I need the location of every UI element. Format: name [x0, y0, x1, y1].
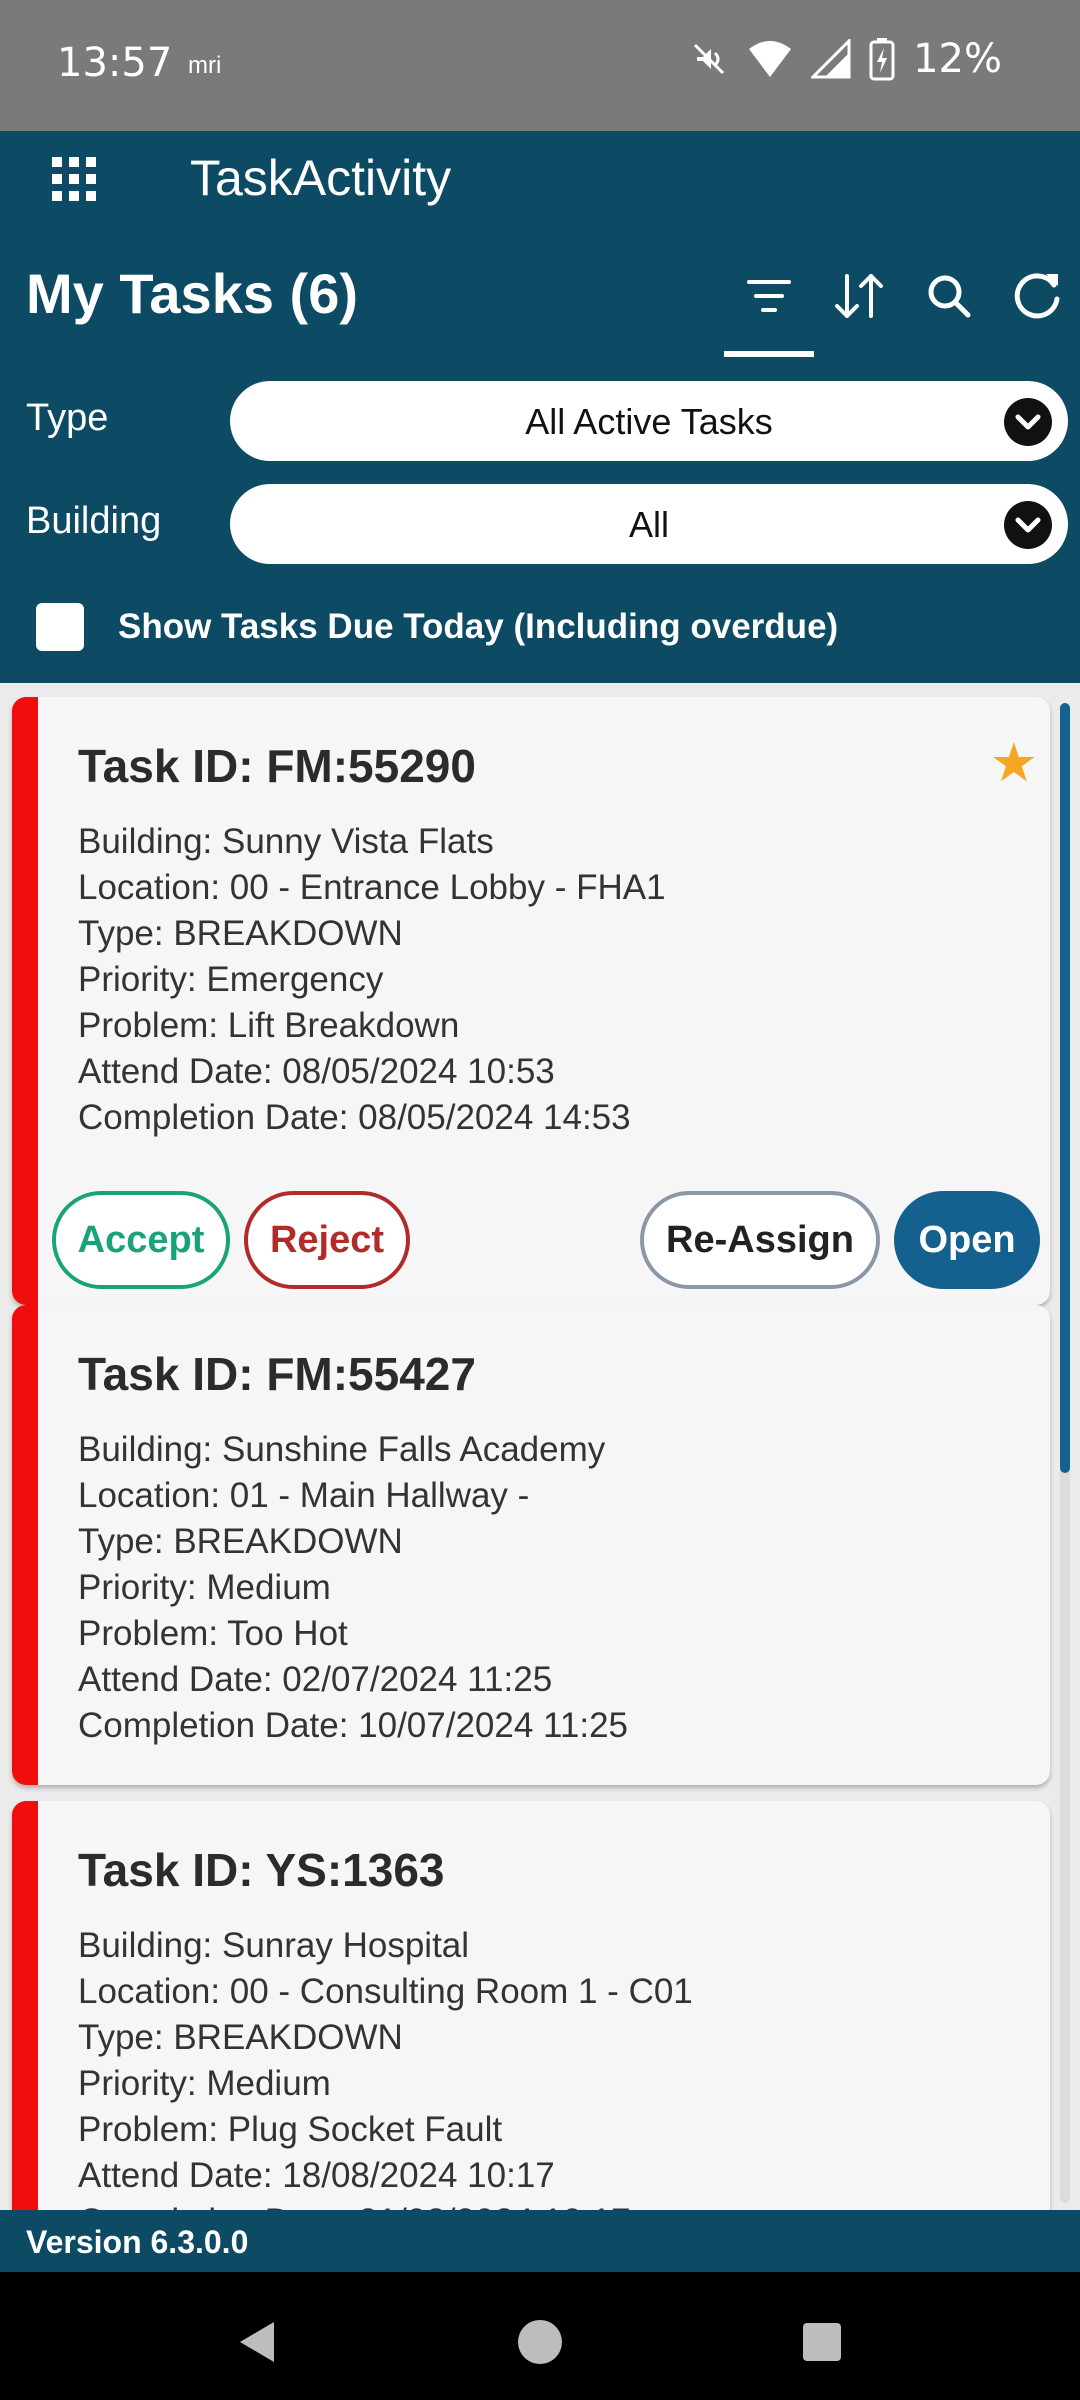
task-location: Location: 01 - Main Hallway - — [78, 1476, 530, 1515]
battery-charging-icon — [869, 38, 895, 81]
task-details: Building: Sunray Hospital Location: 00 -… — [78, 1923, 693, 2210]
task-attend-date: Attend Date: 18/08/2024 10:17 — [78, 2156, 555, 2195]
back-icon — [240, 2322, 274, 2362]
due-today-toggle[interactable]: Show Tasks Due Today (Including overdue) — [36, 603, 838, 651]
filter-icon — [747, 280, 791, 312]
recents-icon — [803, 2323, 841, 2361]
system-nav-bar — [0, 2272, 1080, 2400]
task-attend-date: Attend Date: 02/07/2024 11:25 — [78, 1660, 553, 1699]
due-today-checkbox[interactable] — [36, 603, 84, 651]
search-button[interactable] — [914, 261, 984, 331]
grid-menu-icon[interactable] — [52, 157, 96, 201]
task-building: Building: Sunray Hospital — [78, 1926, 470, 1965]
priority-bar — [12, 1305, 38, 1785]
back-button[interactable] — [226, 2312, 286, 2372]
task-title: Task ID: FM:55427 — [78, 1348, 476, 1400]
filter-active-indicator — [724, 351, 814, 357]
page-title: My Tasks (6) — [26, 262, 358, 325]
type-dropdown[interactable]: All Active Tasks — [230, 381, 1068, 461]
due-today-label: Show Tasks Due Today (Including overdue) — [118, 607, 839, 646]
home-icon — [518, 2320, 562, 2364]
building-label: Building — [26, 500, 162, 542]
carrier-label: mri — [188, 52, 222, 79]
app-title: TaskActivity — [190, 150, 452, 206]
building-dropdown-value: All — [628, 504, 669, 545]
task-building: Building: Sunny Vista Flats — [78, 822, 494, 861]
mute-icon — [694, 43, 725, 75]
open-button[interactable]: Open — [894, 1191, 1040, 1289]
star-icon[interactable]: ★ — [990, 731, 1038, 794]
refresh-icon — [1014, 273, 1060, 319]
task-details: Building: Sunny Vista Flats Location: 00… — [78, 819, 666, 1141]
signal-icon — [811, 39, 851, 79]
status-bar: 13:57 mri 12% — [0, 0, 1080, 131]
task-problem: Problem: Lift Breakdown — [78, 1006, 460, 1045]
wifi-icon — [749, 41, 792, 77]
type-label: Type — [26, 397, 109, 439]
search-icon — [928, 275, 971, 318]
chevron-down-icon — [1004, 398, 1052, 446]
footer: Version 6.3.0.0 — [0, 2210, 1080, 2272]
reassign-button[interactable]: Re-Assign — [640, 1191, 880, 1289]
task-attend-date: Attend Date: 08/05/2024 10:53 — [78, 1052, 555, 1091]
task-card[interactable]: Task ID: FM:55290 ★ Building: Sunny Vist… — [12, 697, 1050, 1305]
header: TaskActivity My Tasks (6) Type All Activ… — [0, 131, 1080, 683]
task-details: Building: Sunshine Falls Academy Locatio… — [78, 1427, 628, 1749]
task-completion-date: Completion Date: 10/07/2024 11:25 — [78, 1706, 629, 1745]
scrollbar-thumb[interactable] — [1060, 703, 1070, 1473]
task-location: Location: 00 - Consulting Room 1 - C01 — [78, 1972, 693, 2011]
task-priority: Priority: Emergency — [78, 960, 384, 999]
type-dropdown-value: All Active Tasks — [525, 401, 773, 442]
battery-percent: 12% — [913, 36, 1002, 82]
task-card[interactable]: Task ID: FM:55427 Building: Sunshine Fal… — [12, 1305, 1050, 1785]
task-list[interactable]: Task ID: FM:55290 ★ Building: Sunny Vist… — [0, 683, 1080, 2210]
sort-icon — [835, 274, 883, 318]
refresh-button[interactable] — [1002, 261, 1072, 331]
building-dropdown[interactable]: All — [230, 484, 1068, 564]
version-label: Version 6.3.0.0 — [26, 2224, 249, 2260]
filter-button[interactable] — [734, 261, 804, 331]
app-bar: TaskActivity — [0, 131, 1080, 241]
task-building: Building: Sunshine Falls Academy — [78, 1430, 606, 1469]
task-type: Type: BREAKDOWN — [78, 1522, 403, 1561]
sort-button[interactable] — [824, 261, 894, 331]
recents-button[interactable] — [792, 2312, 852, 2372]
task-priority: Priority: Medium — [78, 1568, 331, 1607]
task-problem: Problem: Plug Socket Fault — [78, 2110, 503, 2149]
task-problem: Problem: Too Hot — [78, 1614, 348, 1653]
priority-bar — [12, 697, 38, 1305]
task-completion-date: Completion Date: 08/05/2024 14:53 — [78, 1098, 631, 1137]
task-completion-date: Completion Date: 21/08/2024 10:17 — [78, 2199, 693, 2210]
task-type: Type: BREAKDOWN — [78, 2018, 403, 2057]
status-time: 13:57 — [57, 40, 173, 86]
reject-button[interactable]: Reject — [244, 1191, 410, 1289]
priority-bar — [12, 1801, 38, 2210]
task-location: Location: 00 - Entrance Lobby - FHA1 — [78, 868, 666, 907]
accept-button[interactable]: Accept — [52, 1191, 230, 1289]
task-title: Task ID: FM:55290 — [78, 740, 476, 792]
task-type: Type: BREAKDOWN — [78, 914, 403, 953]
task-card[interactable]: Task ID: YS:1363 Building: Sunray Hospit… — [12, 1801, 1050, 2210]
task-title: Task ID: YS:1363 — [78, 1844, 445, 1896]
home-button[interactable] — [510, 2312, 570, 2372]
chevron-down-icon — [1004, 501, 1052, 549]
status-icons: 12% — [689, 36, 1002, 82]
task-priority: Priority: Medium — [78, 2064, 331, 2103]
